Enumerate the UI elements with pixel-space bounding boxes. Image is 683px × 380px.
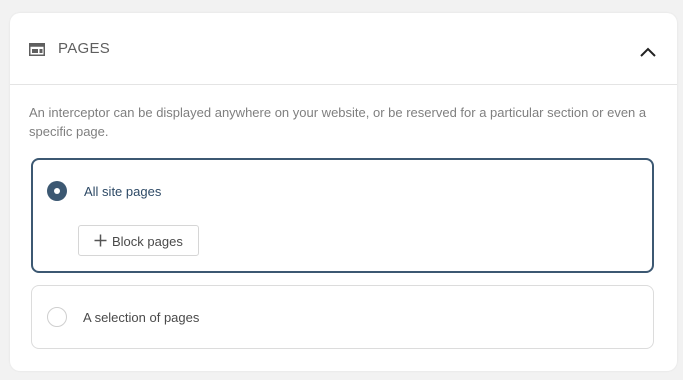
panel-description: An interceptor can be displayed anywhere… bbox=[29, 105, 647, 139]
pages-panel: PAGES An interceptor can be displayed an… bbox=[10, 13, 677, 371]
option-label-selection-of-pages: A selection of pages bbox=[83, 310, 200, 325]
radio-unselected[interactable] bbox=[47, 307, 67, 327]
option-label-all-site-pages: All site pages bbox=[84, 184, 162, 199]
plus-icon bbox=[94, 234, 107, 247]
panel-title: PAGES bbox=[58, 40, 111, 57]
panel-header[interactable]: PAGES bbox=[10, 13, 677, 85]
block-pages-label: Block pages bbox=[112, 234, 183, 249]
radio-selected[interactable] bbox=[47, 181, 67, 201]
block-pages-button[interactable]: Block pages bbox=[78, 225, 199, 256]
window-layout-icon bbox=[29, 43, 45, 56]
option-selection-of-pages[interactable]: A selection of pages bbox=[31, 285, 654, 349]
option-all-site-pages[interactable]: All site pages Block pages bbox=[31, 158, 654, 273]
chevron-up-icon[interactable] bbox=[636, 40, 660, 64]
